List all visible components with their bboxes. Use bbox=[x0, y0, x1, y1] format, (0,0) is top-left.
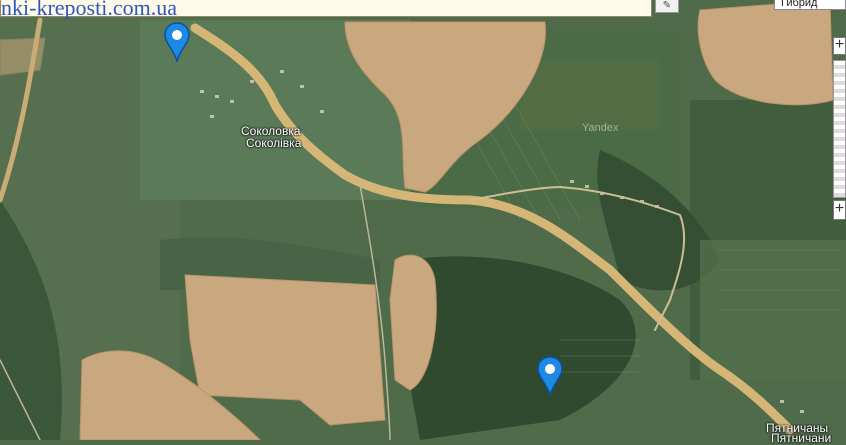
site-header-bar: nki-kreposti.com.ua bbox=[0, 0, 652, 20]
zoom-in-button[interactable]: + bbox=[833, 37, 846, 55]
satellite-map[interactable] bbox=[0, 0, 846, 440]
provider-watermark: Yandex bbox=[582, 122, 619, 134]
place-label-uk: Пятничани bbox=[771, 431, 832, 445]
place-label-uk: Соколівка bbox=[246, 136, 302, 150]
map-marker-pin-icon[interactable] bbox=[537, 356, 563, 396]
zoom-button[interactable]: + bbox=[833, 200, 846, 220]
map-type-selector[interactable]: Гибрид bbox=[774, 0, 846, 10]
map-marker-pin-icon[interactable] bbox=[164, 22, 190, 62]
zoom-slider-track[interactable] bbox=[833, 60, 846, 198]
edit-pencil-icon[interactable]: ✎ bbox=[655, 0, 679, 13]
site-url[interactable]: nki-kreposti.com.ua bbox=[1, 0, 177, 21]
